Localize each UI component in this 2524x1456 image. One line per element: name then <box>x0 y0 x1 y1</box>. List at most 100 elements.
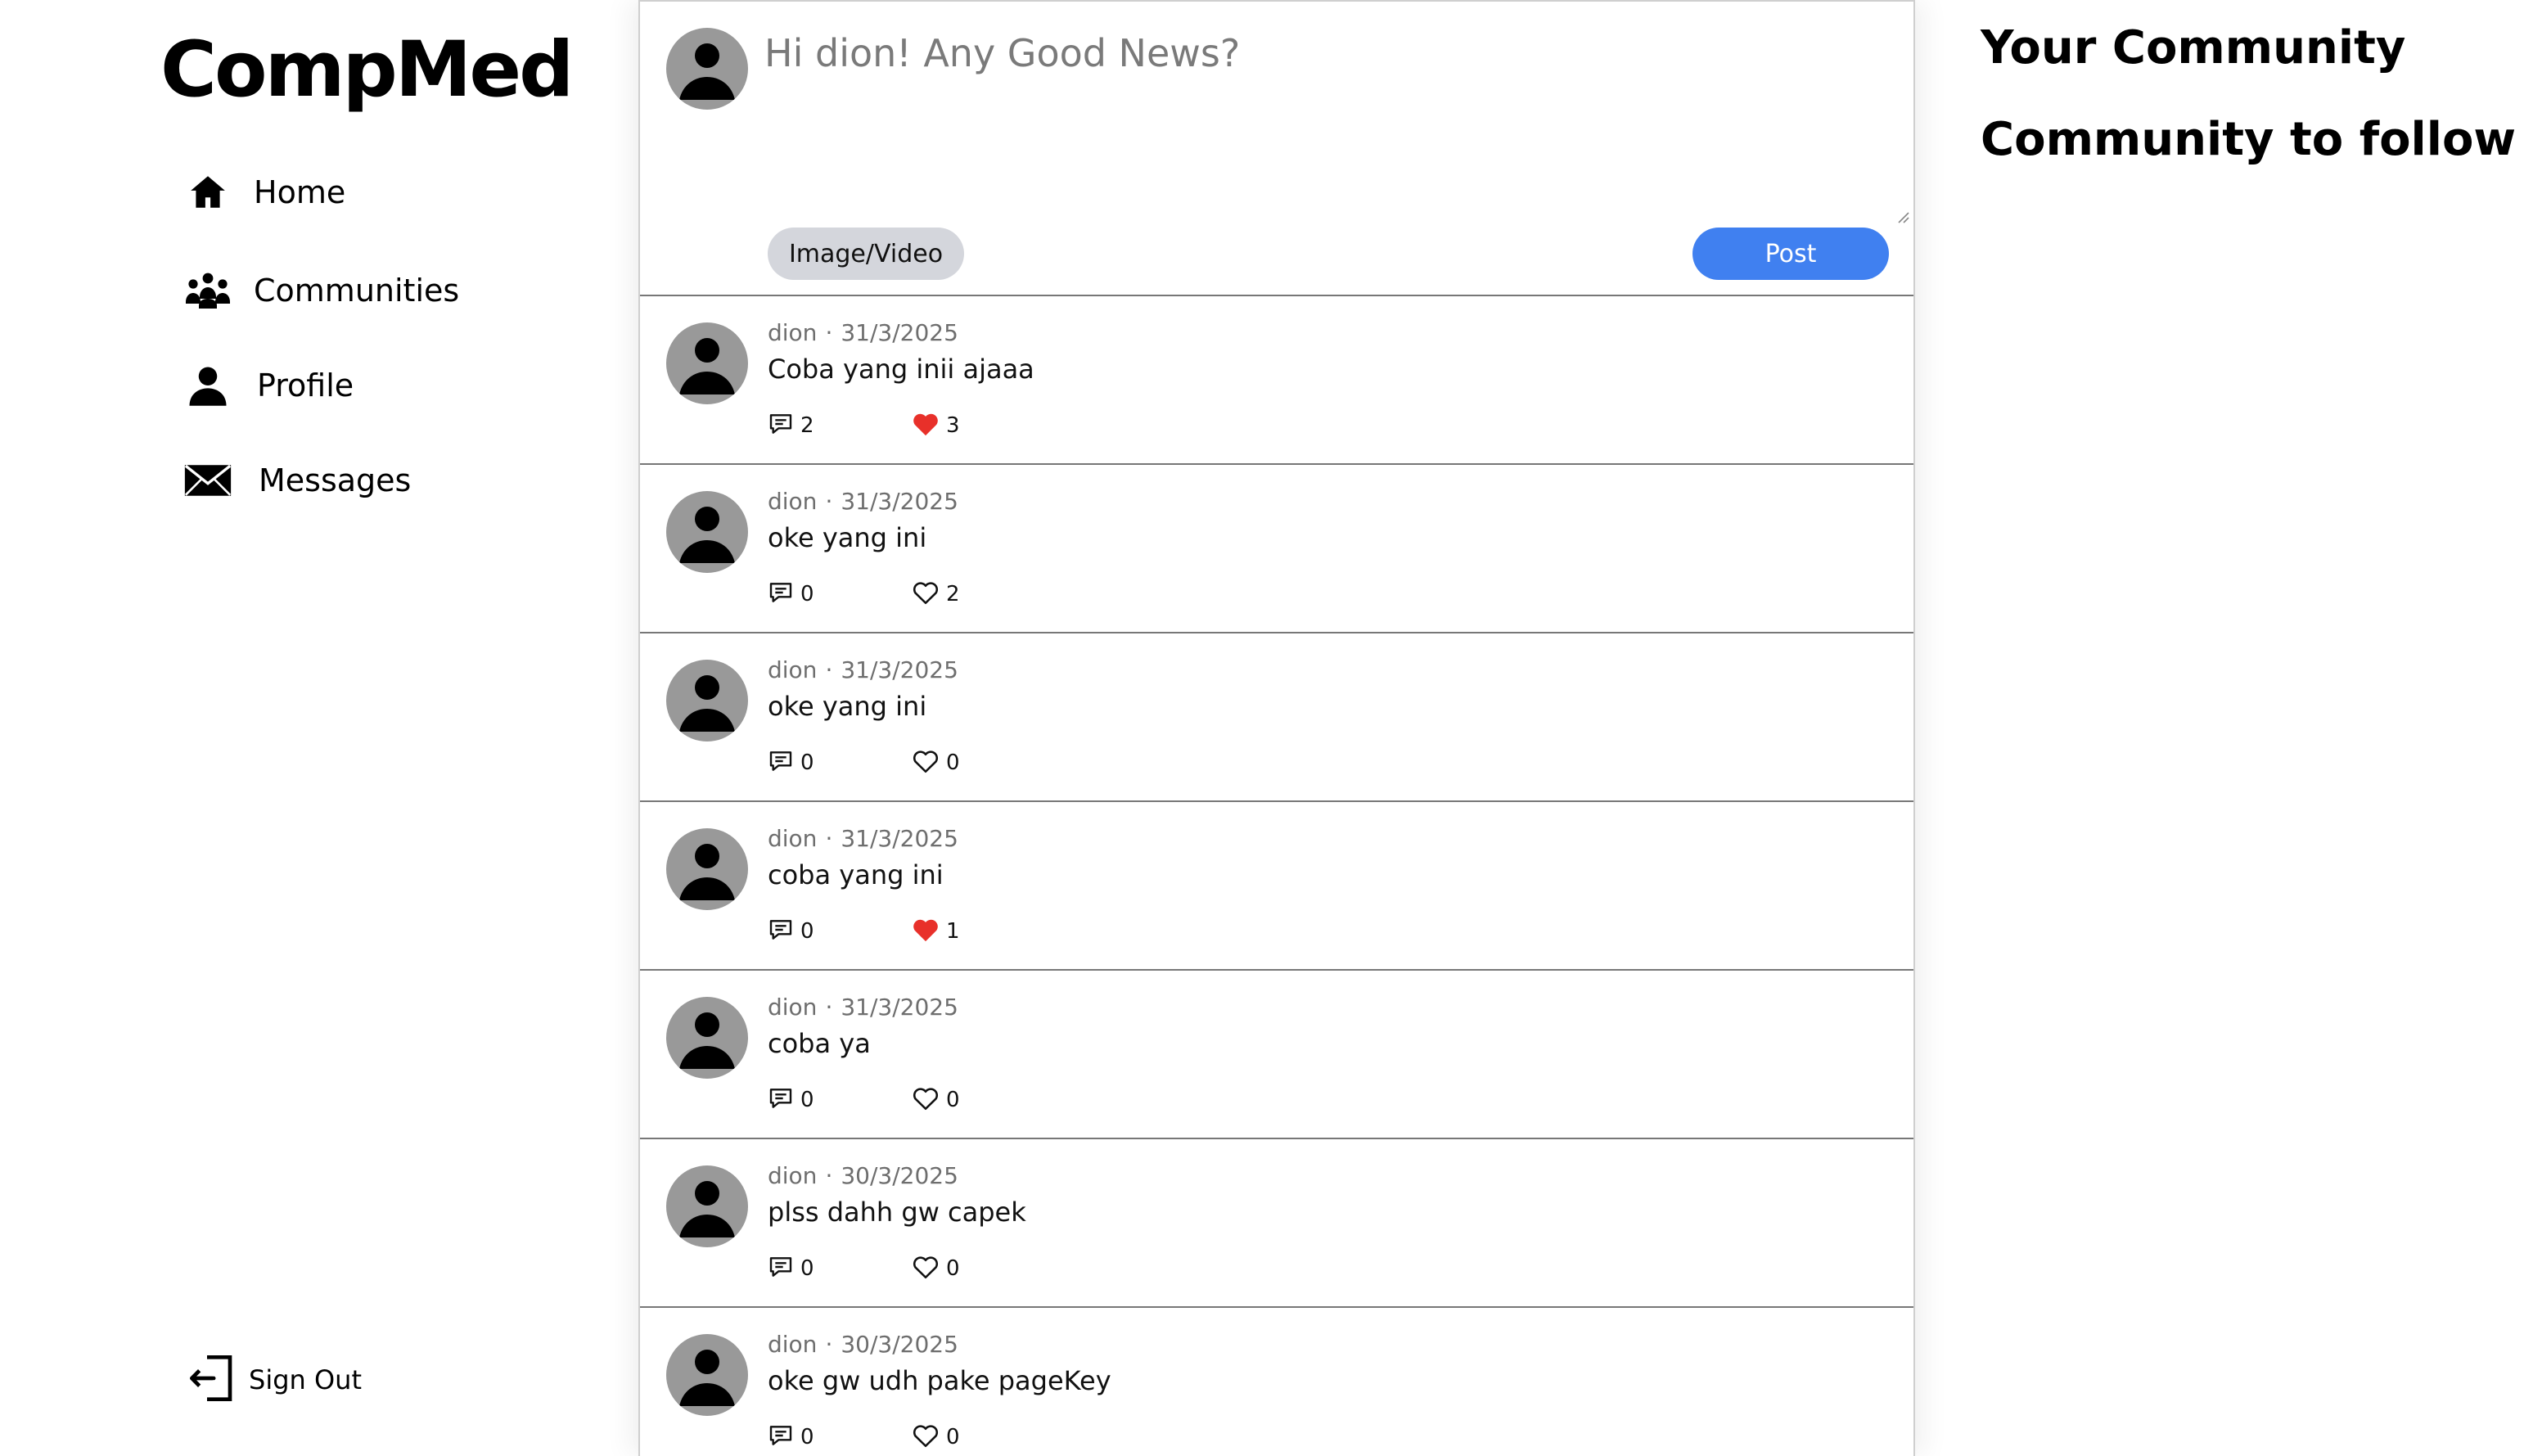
post-date: 30/3/2025 <box>841 1162 958 1189</box>
post-author[interactable]: dion <box>768 656 817 683</box>
sidebar-item-label: Profile <box>257 367 354 403</box>
envelope-icon <box>183 456 232 505</box>
avatar[interactable] <box>666 1334 748 1416</box>
sidebar-item-label: Messages <box>259 462 412 498</box>
comment-button[interactable]: 0 <box>768 917 912 946</box>
avatar[interactable] <box>666 322 748 404</box>
meta-separator: · <box>825 994 833 1021</box>
like-count: 2 <box>946 582 960 606</box>
post-item[interactable]: dion · 30/3/2025 plss dahh gw capek 0 0 <box>640 1139 1913 1308</box>
like-button[interactable]: 2 <box>912 579 960 609</box>
sidebar-item-communities[interactable]: Communities <box>183 262 459 319</box>
avatar[interactable] <box>666 997 748 1079</box>
sign-out-button[interactable]: Sign Out <box>190 1354 362 1406</box>
sidebar-item-label: Communities <box>254 273 460 309</box>
post-author[interactable]: dion <box>768 488 817 515</box>
sidebar-item-messages[interactable]: Messages <box>183 452 411 509</box>
like-count: 1 <box>946 919 960 944</box>
like-count: 0 <box>946 751 960 775</box>
post-date: 31/3/2025 <box>841 488 958 515</box>
resize-handle-icon[interactable] <box>1894 208 1910 224</box>
comment-count: 0 <box>800 1256 814 1281</box>
avatar[interactable] <box>666 28 748 110</box>
post-actions: 2 3 <box>768 411 960 440</box>
comment-button[interactable]: 0 <box>768 1422 912 1452</box>
comment-button[interactable]: 2 <box>768 411 912 440</box>
meta-separator: · <box>825 1162 833 1189</box>
comment-count: 2 <box>800 413 814 438</box>
meta-separator: · <box>825 488 833 515</box>
post-text: oke yang ini <box>768 691 927 722</box>
post-text: coba ya <box>768 1028 871 1059</box>
comment-icon <box>768 748 794 778</box>
post-item[interactable]: dion · 31/3/2025 oke yang ini 0 0 <box>640 633 1913 802</box>
post-item[interactable]: dion · 31/3/2025 coba yang ini 0 1 <box>640 802 1913 971</box>
meta-separator: · <box>825 656 833 683</box>
like-button[interactable]: 3 <box>912 411 960 440</box>
comment-icon <box>768 1254 794 1283</box>
avatar[interactable] <box>666 828 748 910</box>
heart-icon <box>912 748 940 778</box>
post-button[interactable]: Post <box>1692 228 1889 280</box>
post-date: 31/3/2025 <box>841 825 958 852</box>
meta-separator: · <box>825 1331 833 1358</box>
right-panel: Your Community Community to follow <box>1915 0 2524 1456</box>
comment-button[interactable]: 0 <box>768 748 912 778</box>
comment-icon <box>768 579 794 609</box>
post-author[interactable]: dion <box>768 1331 817 1358</box>
comment-icon <box>768 1422 794 1452</box>
like-button[interactable]: 0 <box>912 1085 960 1115</box>
like-button[interactable]: 0 <box>912 748 960 778</box>
avatar[interactable] <box>666 491 748 573</box>
post-author[interactable]: dion <box>768 994 817 1021</box>
comment-icon <box>768 1085 794 1115</box>
post-item[interactable]: dion · 30/3/2025 oke gw udh pake pageKey 0… <box>640 1308 1913 1456</box>
comment-button[interactable]: 0 <box>768 1254 912 1283</box>
like-count: 0 <box>946 1256 960 1281</box>
like-button[interactable]: 0 <box>912 1254 960 1283</box>
post-item[interactable]: dion · 31/3/2025 Coba yang inii ajaaa 2 3 <box>640 296 1913 465</box>
heart-icon <box>912 411 940 440</box>
sidebar-item-label: Home <box>254 174 346 210</box>
post-author[interactable]: dion <box>768 319 817 346</box>
comment-button[interactable]: 0 <box>768 579 912 609</box>
post-text: plss dahh gw capek <box>768 1197 1026 1228</box>
post-meta: dion · 31/3/2025 <box>768 319 958 346</box>
comment-icon <box>768 917 794 946</box>
sidebar-item-profile[interactable]: Profile <box>183 357 354 414</box>
post-item[interactable]: dion · 31/3/2025 oke yang ini 0 2 <box>640 465 1913 633</box>
comment-count: 0 <box>800 1088 814 1112</box>
home-icon <box>183 168 232 217</box>
avatar[interactable] <box>666 660 748 742</box>
like-count: 0 <box>946 1425 960 1449</box>
sidebar-item-home[interactable]: Home <box>183 164 345 221</box>
heart-icon <box>912 1254 940 1283</box>
comment-count: 0 <box>800 1425 814 1449</box>
post-input[interactable] <box>764 31 1902 228</box>
post-meta: dion · 31/3/2025 <box>768 994 958 1021</box>
app-logo[interactable]: CompMed <box>160 25 574 117</box>
heart-icon <box>912 1085 940 1115</box>
comment-count: 0 <box>800 751 814 775</box>
post-actions: 0 0 <box>768 1422 960 1452</box>
comment-count: 0 <box>800 582 814 606</box>
post-author[interactable]: dion <box>768 825 817 852</box>
post-text: oke gw udh pake pageKey <box>768 1365 1111 1396</box>
comment-button[interactable]: 0 <box>768 1085 912 1115</box>
avatar[interactable] <box>666 1165 748 1247</box>
post-author[interactable]: dion <box>768 1162 817 1189</box>
post-text: oke yang ini <box>768 522 927 553</box>
like-button[interactable]: 1 <box>912 917 960 946</box>
post-item[interactable]: dion · 31/3/2025 coba ya 0 0 <box>640 971 1913 1139</box>
post-date: 30/3/2025 <box>841 1331 958 1358</box>
post-date: 31/3/2025 <box>841 994 958 1021</box>
post-meta: dion · 31/3/2025 <box>768 825 958 852</box>
post-actions: 0 0 <box>768 1085 960 1115</box>
like-button[interactable]: 0 <box>912 1422 960 1452</box>
feed: Image/Video Post dion · 31/3/2025 Coba yan… <box>638 0 1915 1456</box>
post-actions: 0 1 <box>768 917 960 946</box>
image-video-button[interactable]: Image/Video <box>768 228 964 280</box>
post-meta: dion · 31/3/2025 <box>768 488 958 515</box>
post-text: coba yang ini <box>768 859 944 890</box>
user-icon <box>183 361 232 410</box>
